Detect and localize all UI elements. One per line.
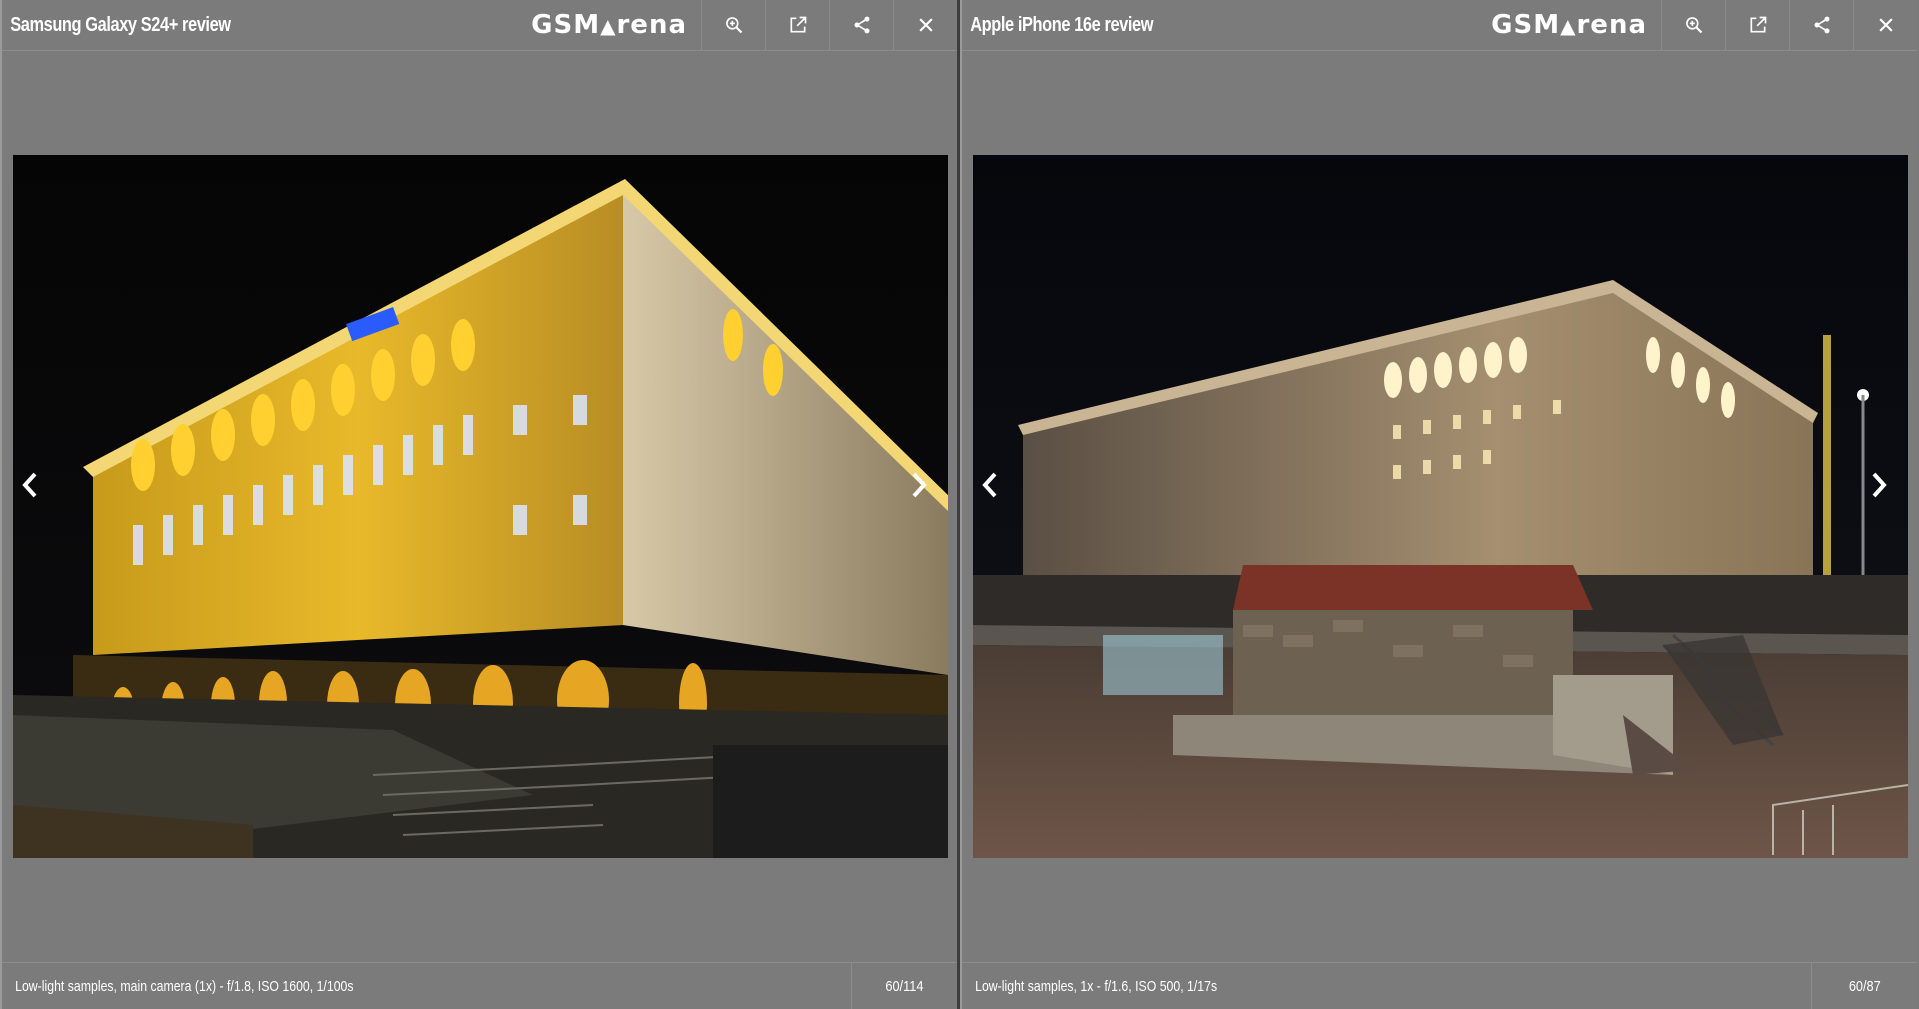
share-icon xyxy=(1814,16,1829,34)
chevron-right-icon xyxy=(1872,472,1887,498)
previous-photo-button[interactable] xyxy=(972,465,1008,505)
photo-counter: 60/87 xyxy=(1811,963,1917,1009)
zoom-in-icon xyxy=(1685,17,1702,34)
next-photo-button[interactable] xyxy=(1861,465,1897,505)
open-external-icon xyxy=(790,16,806,33)
photo-caption: Low-light samples, 1x - f/1.6, ISO 500, … xyxy=(975,977,1218,995)
right-caption-bar: Low-light samples, 1x - f/1.6, ISO 500, … xyxy=(962,962,1917,1009)
open-external-button[interactable] xyxy=(765,0,829,50)
left-caption-bar: Low-light samples, main camera (1x) - f/… xyxy=(2,962,957,1009)
close-icon xyxy=(1878,18,1893,32)
left-gallery-pane: Samsung Galaxy S24+ review GSM▲rena Low-… xyxy=(0,0,957,1009)
chevron-left-icon xyxy=(22,472,37,498)
close-button[interactable] xyxy=(1853,0,1917,50)
chevron-right-icon xyxy=(912,472,927,498)
next-photo-button[interactable] xyxy=(901,465,937,505)
gsmarena-logo[interactable]: GSM▲rena xyxy=(531,10,687,40)
photo-counter: 60/114 xyxy=(851,963,957,1009)
close-icon xyxy=(918,18,933,32)
photo-caption: Low-light samples, main camera (1x) - f/… xyxy=(15,977,354,995)
open-external-icon xyxy=(1750,16,1766,33)
previous-photo-button[interactable] xyxy=(12,465,48,505)
left-toolbar: Samsung Galaxy S24+ review GSM▲rena xyxy=(2,0,957,51)
night-church-photo xyxy=(973,155,1908,858)
chevron-left-icon xyxy=(982,472,997,498)
zoom-in-icon xyxy=(725,17,742,34)
share-button[interactable] xyxy=(829,0,893,50)
share-icon xyxy=(854,16,869,34)
night-building-photo xyxy=(13,155,948,858)
right-sample-photo[interactable] xyxy=(973,155,1908,858)
close-button[interactable] xyxy=(893,0,957,50)
open-external-button[interactable] xyxy=(1725,0,1789,50)
right-gallery-pane: Apple iPhone 16e review GSM▲rena Low-lig… xyxy=(960,0,1917,1009)
gsmarena-logo[interactable]: GSM▲rena xyxy=(1491,10,1647,40)
left-sample-photo[interactable] xyxy=(13,155,948,858)
zoom-in-button[interactable] xyxy=(1661,0,1725,50)
left-review-title[interactable]: Samsung Galaxy S24+ review xyxy=(2,14,436,37)
right-toolbar: Apple iPhone 16e review GSM▲rena xyxy=(962,0,1917,51)
share-button[interactable] xyxy=(1789,0,1853,50)
right-review-title[interactable]: Apple iPhone 16e review xyxy=(962,14,1396,37)
zoom-in-button[interactable] xyxy=(701,0,765,50)
